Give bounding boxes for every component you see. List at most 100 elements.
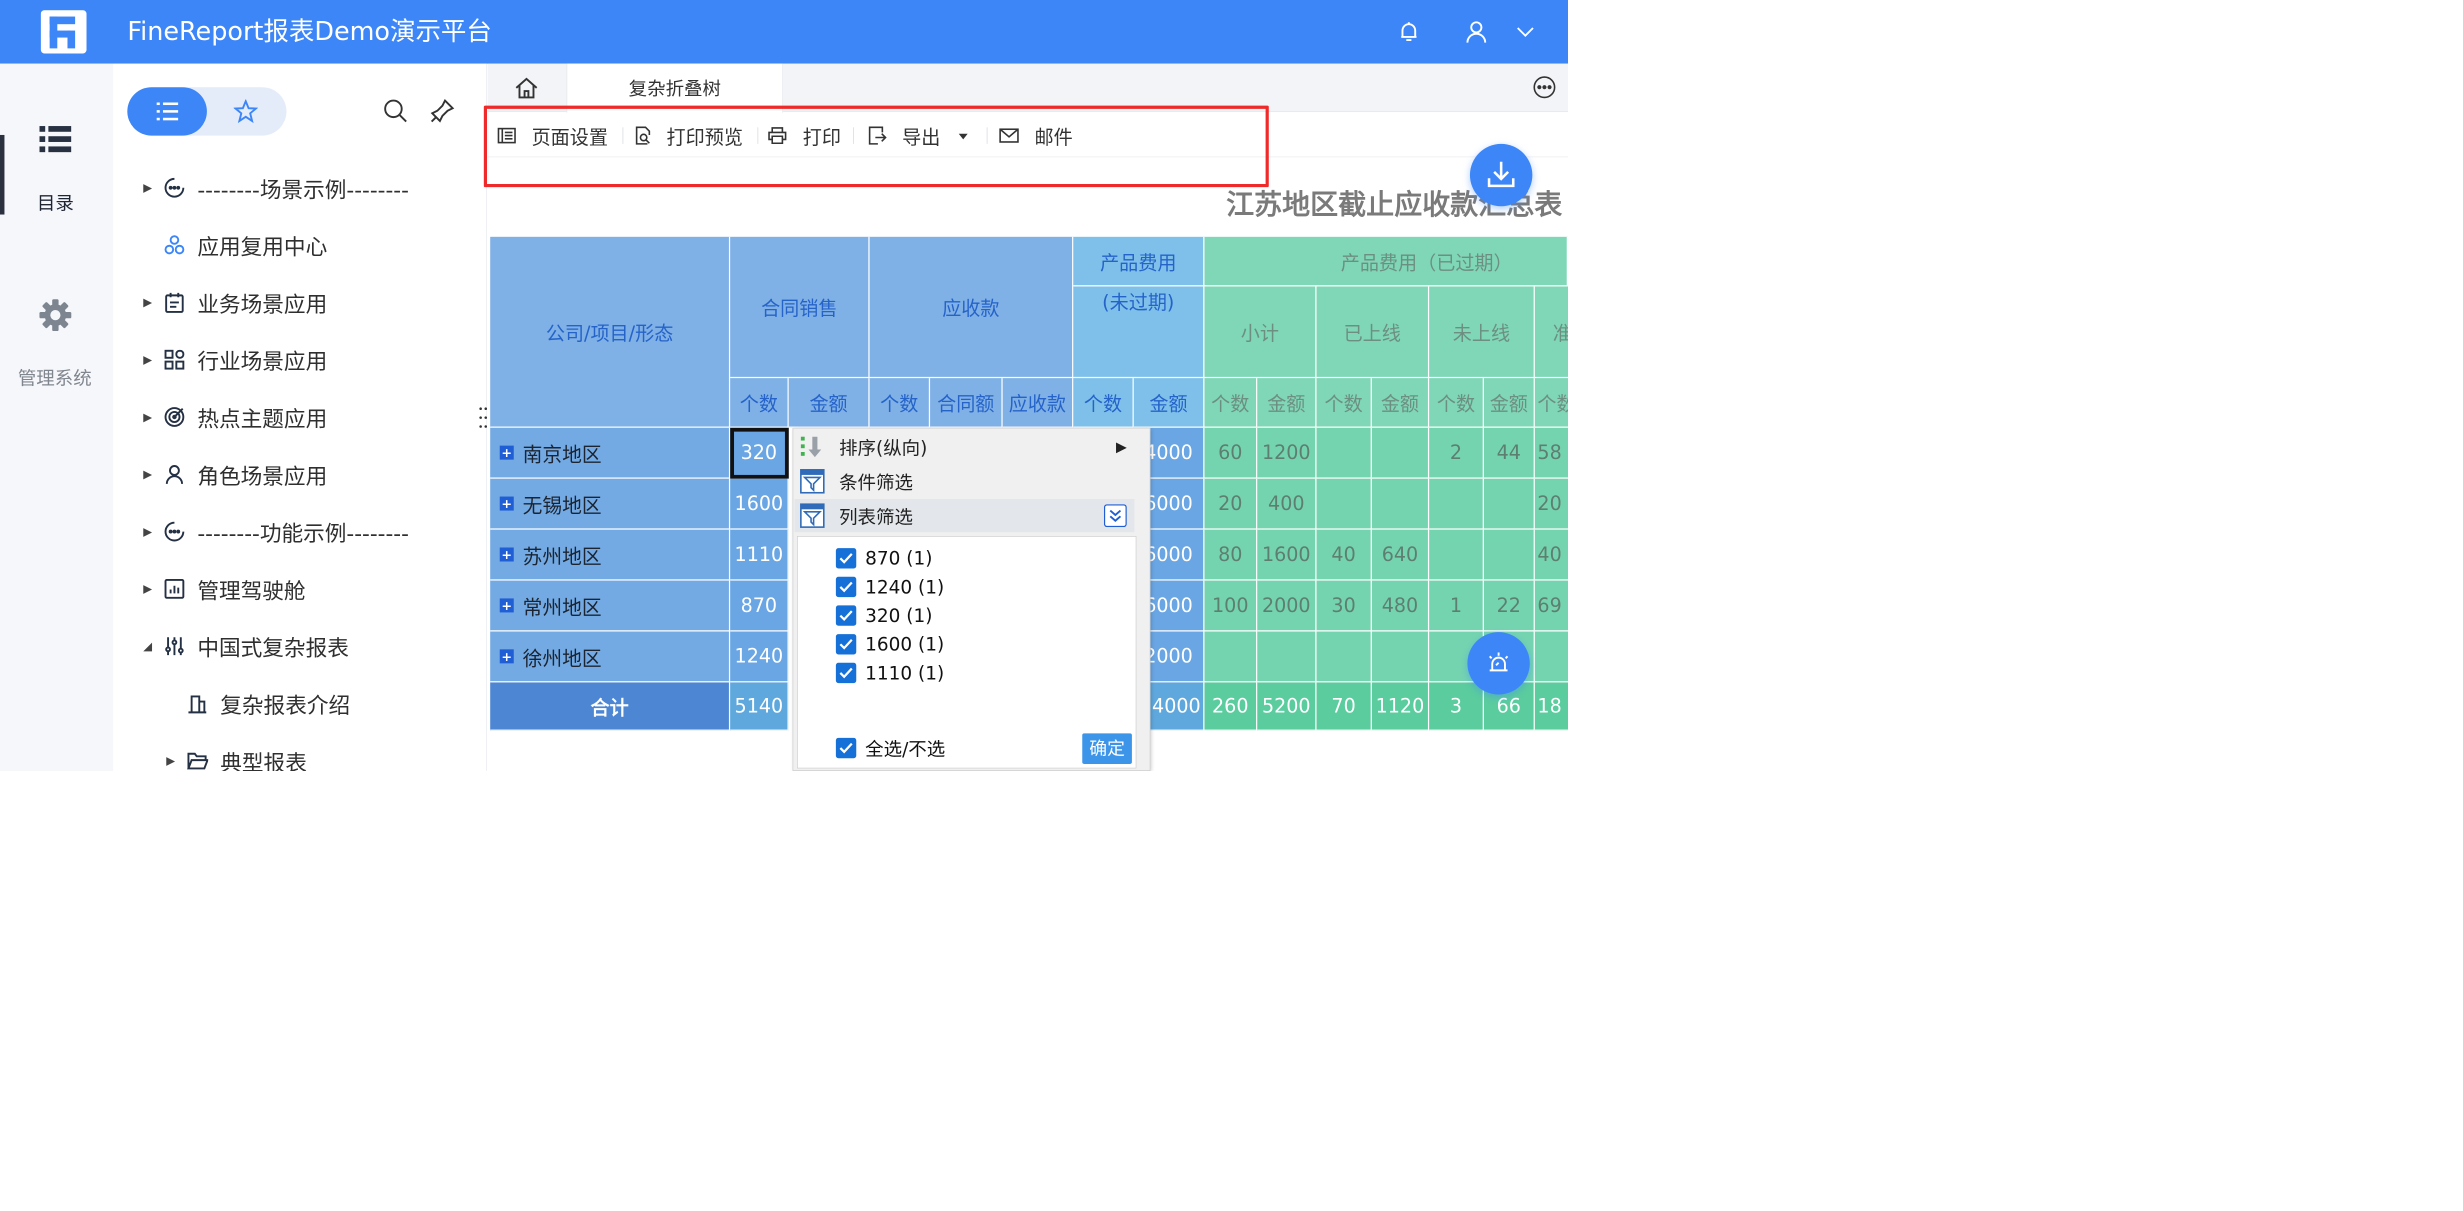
tree-item-reuse-center[interactable]: 应用复用中心 <box>141 227 327 263</box>
checkbox-checked-icon[interactable] <box>835 634 857 655</box>
table-cell[interactable] <box>1371 478 1430 530</box>
table-cell[interactable] <box>1534 631 1568 683</box>
gear-icon[interactable] <box>38 298 72 335</box>
tree-item-business[interactable]: ▶ 业务场景应用 <box>141 285 327 321</box>
tree-item-complex-intro[interactable]: 复杂报表介绍 <box>164 686 350 722</box>
table-cell[interactable] <box>1371 427 1430 479</box>
star-icon[interactable] <box>233 98 259 126</box>
list-view-toggle[interactable] <box>127 87 207 136</box>
expand-icon[interactable]: + <box>499 598 514 612</box>
table-cell[interactable]: 1600 <box>730 478 789 530</box>
logo-icon[interactable] <box>40 10 87 54</box>
checkbox-checked-icon[interactable] <box>835 605 857 626</box>
filter-option[interactable]: 1600 (1) <box>835 632 944 657</box>
directory-label[interactable]: 目录 <box>37 193 74 213</box>
total-cell[interactable]: 260 <box>1204 682 1258 731</box>
table-cell[interactable] <box>1483 478 1535 530</box>
table-row-label[interactable]: + 常州地区 <box>490 580 731 632</box>
checkbox-checked-icon[interactable] <box>835 662 857 684</box>
tree-item-scene-demo[interactable]: ▶ --------场景示例-------- <box>141 170 409 206</box>
table-cell[interactable]: 2 <box>1429 427 1484 479</box>
total-cell[interactable]: 3 <box>1429 682 1484 731</box>
table-cell[interactable]: 1200 <box>1257 427 1317 479</box>
table-cell[interactable]: 1 <box>1429 580 1484 632</box>
table-cell[interactable]: 400 <box>1257 478 1317 530</box>
tree-item-chinese-report[interactable]: ◢ 中国式复杂报表 <box>141 628 349 664</box>
total-cell[interactable]: 18 <box>1534 682 1568 731</box>
table-cell[interactable]: 20 <box>1534 478 1568 530</box>
menu-item-sort[interactable]: 排序(纵向) ▶ <box>795 430 1135 463</box>
tree-item-function-demo[interactable]: ▶ --------功能示例-------- <box>141 514 409 550</box>
filter-option[interactable]: 1110 (1) <box>835 660 944 685</box>
table-cell[interactable]: 40 <box>1316 529 1372 581</box>
apps-icon <box>163 348 186 371</box>
chevron-down-icon[interactable] <box>1514 23 1537 43</box>
checkbox-checked-icon[interactable] <box>835 548 857 569</box>
tree-item-cockpit[interactable]: ▶ 管理驾驶舱 <box>141 571 305 607</box>
search-icon[interactable] <box>383 98 408 126</box>
more-icon[interactable] <box>1532 75 1556 102</box>
bell-icon[interactable] <box>1396 19 1421 47</box>
table-cell[interactable]: 30 <box>1316 580 1372 632</box>
alarm-button[interactable] <box>1467 632 1530 695</box>
table-cell[interactable]: 1240 <box>730 631 789 683</box>
table-cell[interactable] <box>1429 529 1484 581</box>
table-cell[interactable]: 80 <box>1204 529 1258 581</box>
table-cell[interactable] <box>1429 478 1484 530</box>
table-cell[interactable]: 1600 <box>1257 529 1317 581</box>
table-cell[interactable] <box>1371 631 1430 683</box>
tree-item-hot-topics[interactable]: ▶ 热点主题应用 <box>141 399 327 435</box>
table-cell[interactable]: 870 <box>730 580 789 632</box>
expand-icon[interactable]: + <box>499 445 514 460</box>
tree-item-industry[interactable]: ▶ 行业场景应用 <box>141 342 327 378</box>
folder-open-icon <box>186 749 209 771</box>
expand-icon[interactable]: + <box>499 496 514 511</box>
table-row-label[interactable]: + 南京地区 <box>490 427 731 479</box>
pin-icon[interactable] <box>430 98 455 126</box>
select-all-checkbox[interactable]: 全选/不选 <box>835 735 945 760</box>
subheader-count: 个数 <box>1204 378 1258 428</box>
checkbox-checked-icon[interactable] <box>835 737 857 759</box>
table-cell[interactable]: 58 <box>1534 427 1568 479</box>
table-cell[interactable]: 480 <box>1371 580 1430 632</box>
tree-item-typical[interactable]: ▶ 典型报表 <box>164 743 307 771</box>
table-row-label[interactable]: + 苏州地区 <box>490 529 731 581</box>
table-cell[interactable] <box>1257 631 1317 683</box>
user-icon[interactable] <box>1464 19 1489 47</box>
sidebar-resize-handle[interactable] <box>479 406 488 429</box>
table-cell[interactable]: 60 <box>1204 427 1258 479</box>
total-cell[interactable]: 5200 <box>1257 682 1317 731</box>
table-cell[interactable]: 20 <box>1204 478 1258 530</box>
admin-label[interactable]: 管理系统 <box>18 368 92 388</box>
filter-option[interactable]: 1240 (1) <box>835 574 944 599</box>
table-row-label[interactable]: + 徐州地区 <box>490 631 731 683</box>
table-cell[interactable] <box>1316 631 1372 683</box>
table-cell[interactable] <box>1204 631 1258 683</box>
table-cell[interactable]: 22 <box>1483 580 1535 632</box>
expand-icon[interactable]: + <box>499 547 514 562</box>
table-cell[interactable] <box>1316 478 1372 530</box>
table-cell[interactable]: 640 <box>1371 529 1430 581</box>
expand-icon[interactable]: + <box>499 649 514 664</box>
table-row-label[interactable]: + 无锡地区 <box>490 478 731 530</box>
confirm-button[interactable]: 确定 <box>1082 733 1132 764</box>
total-cell[interactable]: 5140 <box>730 682 789 731</box>
table-cell[interactable]: 2000 <box>1257 580 1317 632</box>
total-cell[interactable]: 70 <box>1316 682 1372 731</box>
table-cell[interactable] <box>1316 427 1372 479</box>
filter-option[interactable]: 320 (1) <box>835 603 932 628</box>
menu-item-condition-filter[interactable]: 条件筛选 <box>795 465 1135 498</box>
download-button[interactable] <box>1469 143 1533 207</box>
directory-icon[interactable] <box>39 125 72 157</box>
table-cell[interactable]: 1110 <box>730 529 789 581</box>
table-cell[interactable]: 69 <box>1534 580 1568 632</box>
filter-option[interactable]: 870 (1) <box>835 546 932 571</box>
table-cell[interactable] <box>1483 529 1535 581</box>
total-cell[interactable]: 1120 <box>1371 682 1430 731</box>
tree-item-roles[interactable]: ▶ 角色场景应用 <box>141 456 327 492</box>
table-cell[interactable]: 40 <box>1534 529 1568 581</box>
menu-item-list-filter[interactable]: 列表筛选 <box>794 499 1135 533</box>
checkbox-checked-icon[interactable] <box>835 576 857 598</box>
table-cell[interactable]: 100 <box>1204 580 1258 632</box>
table-cell[interactable]: 44 <box>1483 427 1535 479</box>
